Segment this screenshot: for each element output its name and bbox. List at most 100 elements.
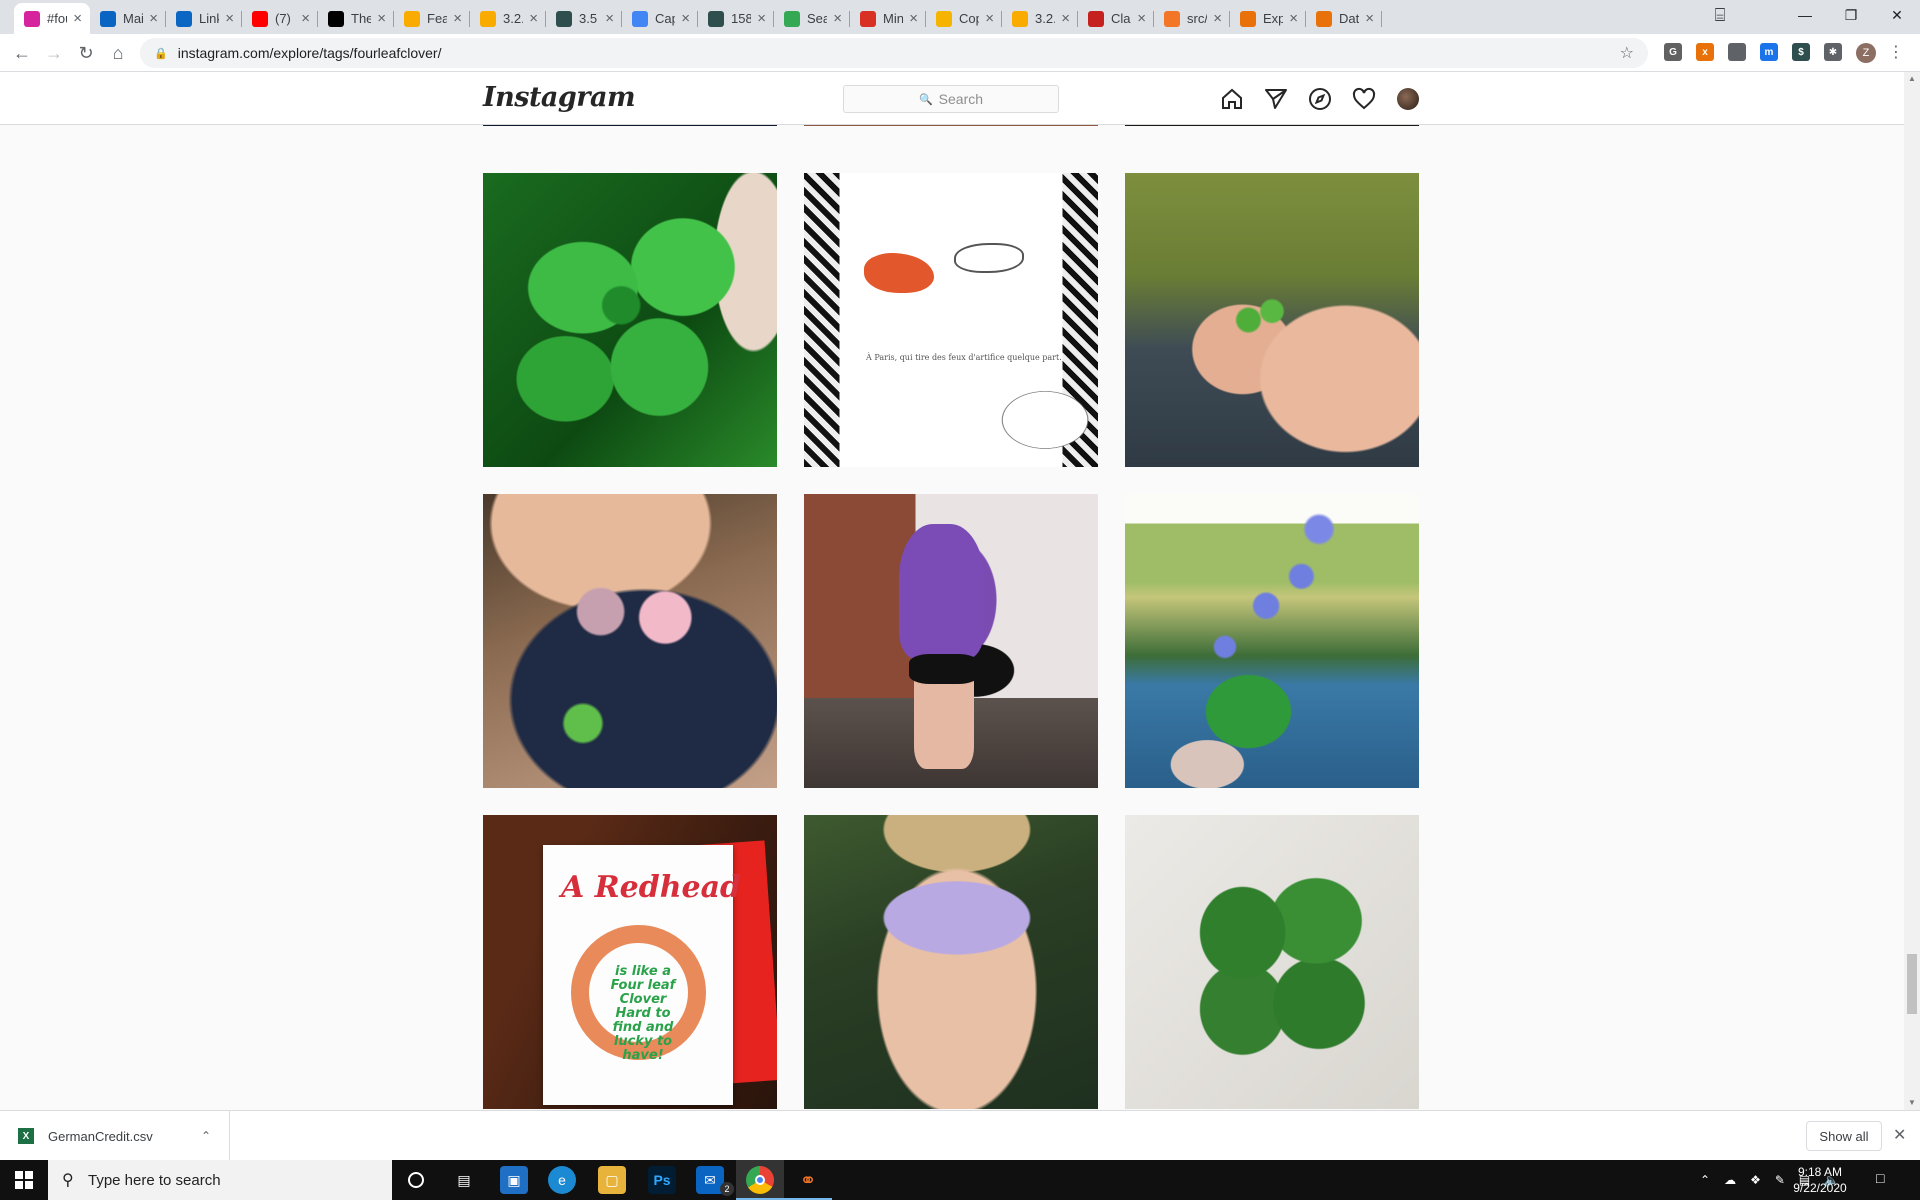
- post-clover-tattoo[interactable]: [804, 494, 1098, 788]
- tab-8[interactable]: Capst ×: [622, 3, 698, 34]
- edge-icon[interactable]: e: [548, 1166, 576, 1194]
- notification-icon[interactable]: □: [1876, 1170, 1884, 1186]
- close-icon[interactable]: ×: [73, 10, 82, 27]
- close-icon[interactable]: ×: [757, 10, 766, 27]
- cortana-icon[interactable]: [402, 1166, 430, 1194]
- task-view-icon[interactable]: ▤: [450, 1166, 478, 1194]
- home-icon[interactable]: [1219, 86, 1245, 112]
- windows-start-icon[interactable]: [0, 1160, 48, 1200]
- post-redhead-card[interactable]: A Redhead is like a Four leaf Clover Har…: [483, 815, 777, 1109]
- bookmark-star-icon[interactable]: ☆: [1620, 43, 1634, 63]
- photoshop-icon[interactable]: Ps: [648, 1166, 676, 1194]
- scroll-down-arrow[interactable]: ▼: [1908, 1098, 1916, 1107]
- close-icon[interactable]: ×: [833, 10, 842, 27]
- post-clover-closeup[interactable]: [483, 173, 777, 467]
- tab-12[interactable]: Copy ×: [926, 3, 1002, 34]
- close-icon[interactable]: ×: [149, 10, 158, 27]
- close-icon[interactable]: ×: [1061, 10, 1070, 27]
- profile-avatar[interactable]: [1397, 88, 1419, 110]
- profile-avatar-button[interactable]: Z: [1856, 43, 1876, 63]
- search-input[interactable]: 🔍 Search: [843, 85, 1059, 113]
- post-girl-clover[interactable]: [483, 494, 777, 788]
- tab-6[interactable]: 3.2.4 ×: [470, 3, 546, 34]
- tab-15[interactable]: src/C ×: [1154, 3, 1230, 34]
- tab-14[interactable]: Class ×: [1078, 3, 1154, 34]
- post-hand-clover[interactable]: [1125, 173, 1419, 467]
- ext-book-icon[interactable]: $: [1792, 43, 1810, 61]
- taskbar-clock[interactable]: 9:18 AM 9/22/2020: [1784, 1164, 1856, 1196]
- tab-2[interactable]: LinkedIn ×: [166, 3, 242, 34]
- restore-icon[interactable]: ❐: [1828, 0, 1874, 30]
- scrollbar-thumb[interactable]: [1907, 954, 1917, 1014]
- tab-16[interactable]: Exper ×: [1230, 3, 1306, 34]
- docs-icon: [632, 10, 648, 27]
- post-clover-white[interactable]: [1125, 815, 1419, 1109]
- close-icon[interactable]: ×: [453, 10, 462, 27]
- chevron-up-icon[interactable]: ⌃: [1700, 1173, 1710, 1187]
- taskbar-search-input[interactable]: ⚲ Type here to search: [48, 1160, 392, 1200]
- tab-search-icon[interactable]: ⌸: [1708, 4, 1732, 26]
- file-explorer-icon[interactable]: ▢: [598, 1166, 626, 1194]
- reload-icon[interactable]: ↻: [72, 39, 100, 67]
- close-icon[interactable]: ×: [681, 10, 690, 27]
- close-icon[interactable]: ×: [1137, 10, 1146, 27]
- show-all-button[interactable]: Show all: [1806, 1121, 1882, 1151]
- post-bikini[interactable]: [804, 815, 1098, 1109]
- tab-11[interactable]: Mini- ×: [850, 3, 926, 34]
- tab-7[interactable]: 3.5 C ×: [546, 3, 622, 34]
- close-icon[interactable]: ×: [529, 10, 538, 27]
- close-icon[interactable]: ×: [225, 10, 234, 27]
- close-icon[interactable]: ×: [377, 10, 386, 27]
- extensions-puzzle-icon[interactable]: ✱: [1824, 43, 1842, 61]
- tab-9[interactable]: 1585 ×: [698, 3, 774, 34]
- tab-5[interactable]: Featu ×: [394, 3, 470, 34]
- direct-icon[interactable]: [1263, 86, 1289, 112]
- menu-dots-icon[interactable]: ⋮: [1888, 42, 1904, 62]
- explore-icon[interactable]: [1307, 86, 1333, 112]
- tab-17[interactable]: Data ×: [1306, 3, 1382, 34]
- grammarly-icon[interactable]: G: [1664, 43, 1682, 61]
- close-icon[interactable]: ×: [1365, 10, 1374, 27]
- post-fox-cat-sketch[interactable]: À Paris, qui tire des feux d'artifice qu…: [804, 173, 1098, 467]
- tab-4[interactable]: The N ×: [318, 3, 394, 34]
- chevron-up-icon[interactable]: ⌃: [201, 1129, 211, 1143]
- instagram-logo[interactable]: Instagram: [483, 82, 636, 113]
- jupyter-icon[interactable]: ⚭: [794, 1166, 822, 1194]
- activity-heart-icon[interactable]: [1351, 86, 1377, 112]
- chrome-icon[interactable]: [746, 1166, 774, 1194]
- close-icon[interactable]: ×: [1213, 10, 1222, 27]
- close-window-icon[interactable]: ✕: [1874, 0, 1920, 30]
- home-button-icon[interactable]: ⌂: [104, 39, 132, 67]
- close-icon[interactable]: ×: [1289, 10, 1298, 27]
- tab-10[interactable]: Searc ×: [774, 3, 850, 34]
- tab-3[interactable]: (7) Su ×: [242, 3, 318, 34]
- page-scrollbar[interactable]: ▲ ▼: [1904, 72, 1920, 1110]
- download-item[interactable]: X GermanCredit.csv ⌃: [0, 1111, 230, 1161]
- dropbox-icon[interactable]: ❖: [1750, 1173, 1761, 1187]
- book-icon: [1316, 10, 1332, 27]
- tab-1[interactable]: Mail ×: [90, 3, 166, 34]
- instagram-icon: [24, 10, 40, 27]
- post-blue-flowers[interactable]: [1125, 494, 1419, 788]
- ext-circle-icon[interactable]: [1728, 43, 1746, 61]
- back-arrow-icon[interactable]: ←: [8, 39, 36, 67]
- download-filename: GermanCredit.csv: [48, 1128, 153, 1144]
- forward-arrow-icon[interactable]: →: [40, 39, 68, 67]
- minimize-icon[interactable]: —: [1782, 0, 1828, 30]
- close-icon[interactable]: ×: [985, 10, 994, 27]
- tab-13[interactable]: 3.2.4 ×: [1002, 3, 1078, 34]
- onedrive-icon[interactable]: ☁: [1724, 1173, 1736, 1187]
- close-icon[interactable]: ×: [605, 10, 614, 27]
- close-icon[interactable]: ×: [909, 10, 918, 27]
- tab-0[interactable]: #fourleafclover ×: [14, 3, 90, 34]
- store-icon[interactable]: ▣: [500, 1166, 528, 1194]
- tab-title: LinkedIn: [199, 11, 219, 26]
- ext-orange-icon[interactable]: x: [1696, 43, 1714, 61]
- close-icon[interactable]: ✕: [1893, 1125, 1906, 1145]
- close-icon[interactable]: ×: [301, 10, 310, 27]
- instagram-page: Instagram 🔍 Search À Paris, qui tire des…: [0, 72, 1904, 1110]
- tab-title: 3.5 C: [579, 11, 599, 26]
- ext-m-icon[interactable]: m: [1760, 43, 1778, 61]
- address-bar[interactable]: 🔒 instagram.com/explore/tags/fourleafclo…: [140, 38, 1648, 68]
- scroll-up-arrow[interactable]: ▲: [1908, 74, 1916, 83]
